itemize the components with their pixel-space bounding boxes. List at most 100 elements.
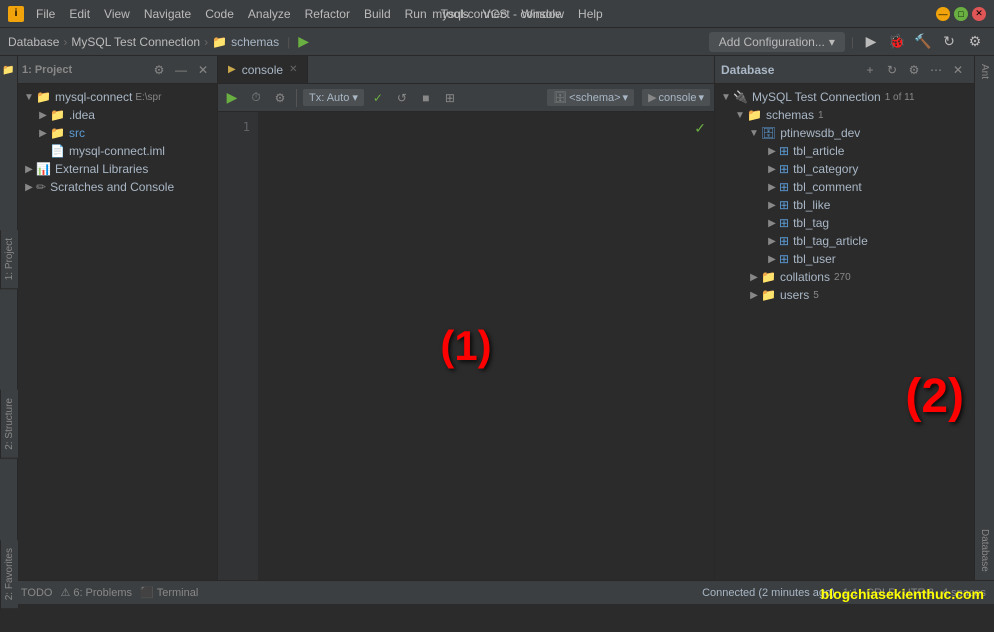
refresh-button[interactable]: ↻ [938, 31, 960, 53]
connection-status: Connected (2 minutes ago) [702, 587, 835, 599]
tree-idea[interactable]: ▶ 📁 .idea [18, 106, 217, 124]
project-vertical-label[interactable]: 1: Project [0, 230, 18, 289]
table-icon-tag: ⊞ [779, 216, 789, 230]
separator [296, 89, 297, 107]
project-close-button[interactable]: ✕ [193, 60, 213, 80]
db-panel-title: Database [721, 63, 858, 77]
close-button[interactable]: ✕ [972, 7, 986, 21]
menu-navigate[interactable]: Navigate [138, 5, 197, 23]
problems-button[interactable]: ⚠ 6: Problems [60, 586, 132, 599]
db-tbl-comment[interactable]: ▶ ⊞ tbl_comment [715, 178, 974, 196]
tree-root[interactable]: ▼ 📁 mysql-connect E:\spr [18, 88, 217, 106]
nav-more-button[interactable]: ⚙ [964, 31, 986, 53]
tree-src[interactable]: ▶ 📁 src [18, 124, 217, 142]
run-query-button[interactable]: ▶ [222, 88, 242, 108]
tree-scratches[interactable]: ▶ ✏ Scratches and Console [18, 178, 217, 196]
debug-config-button[interactable]: 🐞 [886, 31, 908, 53]
tab-console[interactable]: ▶ console ✕ [218, 56, 308, 83]
tab-close-button[interactable]: ✕ [289, 64, 297, 75]
table-icon-category: ⊞ [779, 162, 789, 176]
db-tbl-tag-article[interactable]: ▶ ⊞ tbl_tag_article [715, 232, 974, 250]
structure-vertical-label[interactable]: 2: Structure [0, 390, 18, 459]
main-area: 📁 1: Project ⚙ — ✕ ▼ 📁 mysql-connect E:\… [0, 56, 994, 580]
titlebar: i File Edit View Navigate Code Analyze R… [0, 0, 994, 28]
terminal-button[interactable]: ⬛ Terminal [140, 586, 198, 599]
db-refresh-button[interactable]: ↻ [882, 60, 902, 80]
project-settings-button[interactable]: ⚙ [149, 60, 169, 80]
status-info: Connected (2 minutes ago) 1:1 CRLF UTF-8… [702, 587, 986, 599]
db-tbl-article[interactable]: ▶ ⊞ tbl_article [715, 142, 974, 160]
schema-selector[interactable]: 🗄 <schema> ▾ [547, 89, 634, 106]
menu-help[interactable]: Help [572, 5, 609, 23]
db-tbl-category[interactable]: ▶ ⊞ tbl_category [715, 160, 974, 178]
db-more-button[interactable]: ⋯ [926, 60, 946, 80]
rollback-button[interactable]: ↺ [392, 88, 412, 108]
stop-button[interactable]: ■ [416, 88, 436, 108]
maximize-button[interactable]: □ [954, 7, 968, 21]
db-toolbar: Database + ↻ ⚙ ⋯ ✕ [715, 56, 974, 84]
menu-build[interactable]: Build [358, 5, 397, 23]
menu-code[interactable]: Code [199, 5, 240, 23]
db-tbl-category-name: tbl_category [793, 162, 858, 176]
menu-run[interactable]: Run [399, 5, 433, 23]
db-tbl-like[interactable]: ▶ ⊞ tbl_like [715, 196, 974, 214]
breadcrumb-database[interactable]: Database [8, 35, 59, 49]
tx-dropdown[interactable]: Tx: Auto ▾ [303, 89, 364, 106]
db-schemas-badge: 1 [818, 110, 824, 121]
minimize-button[interactable]: — [936, 7, 950, 21]
console-tab-icon: ▶ [228, 64, 236, 75]
db-settings-button[interactable]: ⚙ [904, 60, 924, 80]
console-selector[interactable]: ▶ console ▾ [642, 89, 710, 106]
menu-edit[interactable]: Edit [63, 5, 96, 23]
database-panel: Database + ↻ ⚙ ⋯ ✕ ▼ 🔌 MySQL Test Connec… [714, 56, 974, 580]
breadcrumb-connection[interactable]: MySQL Test Connection [71, 35, 200, 49]
db-collations[interactable]: ▶ 📁 collations 270 [715, 268, 974, 286]
breadcrumb-schemas[interactable]: schemas [231, 35, 279, 49]
menu-view[interactable]: View [98, 5, 136, 23]
favorites-vertical-label[interactable]: 2: Favorites [0, 540, 18, 609]
db-tbl-tag[interactable]: ▶ ⊞ tbl_tag [715, 214, 974, 232]
project-tree: ▼ 📁 mysql-connect E:\spr ▶ 📁 .idea ▶ 📁 s… [18, 84, 217, 580]
connection-icon: 🔌 [733, 90, 748, 104]
menu-file[interactable]: File [30, 5, 61, 23]
database-right-label[interactable]: Database [977, 521, 992, 580]
run-history-button[interactable]: ⏱ [246, 88, 266, 108]
db-tbl-user[interactable]: ▶ ⊞ tbl_user [715, 250, 974, 268]
menu-refactor[interactable]: Refactor [299, 5, 356, 23]
editor-content[interactable]: 1 ✓ (1) [218, 112, 714, 580]
tree-idea-name: .idea [69, 108, 95, 122]
db-tbl-tag-name: tbl_tag [793, 216, 829, 230]
indent: 4 spaces [942, 587, 986, 599]
menu-analyze[interactable]: Analyze [242, 5, 297, 23]
iml-file-icon: 📄 [50, 144, 65, 158]
db-users[interactable]: ▶ 📁 users 5 [715, 286, 974, 304]
db-add-button[interactable]: + [860, 60, 880, 80]
db-schemas[interactable]: ▼ 📁 schemas 1 [715, 106, 974, 124]
run-icon[interactable]: ▶ [298, 33, 309, 50]
project-collapse-button[interactable]: — [171, 60, 191, 80]
build-button[interactable]: 🔨 [912, 31, 934, 53]
annotation-1: (1) [440, 322, 491, 370]
checkmark-icon: ✓ [694, 120, 706, 137]
table-icon-comment: ⊞ [779, 180, 789, 194]
table-icon-user: ⊞ [779, 252, 789, 266]
src-folder-icon: 📁 [50, 126, 65, 140]
add-configuration-button[interactable]: Add Configuration... ▾ [709, 32, 845, 52]
format-button[interactable]: ⚙ [270, 88, 290, 108]
db-connection-count: 1 of 11 [885, 92, 915, 103]
navbar: Database › MySQL Test Connection › 📁 sch… [0, 28, 994, 56]
app-icon: i [8, 6, 24, 22]
tree-iml[interactable]: ▶ 📄 mysql-connect.iml [18, 142, 217, 160]
ant-label[interactable]: Ant [977, 56, 992, 87]
db-close-button[interactable]: ✕ [948, 60, 968, 80]
commit-button[interactable]: ✓ [368, 88, 388, 108]
db-schemas-name: schemas [766, 108, 814, 122]
window-controls: — □ ✕ [936, 7, 986, 21]
db-tree-connection[interactable]: ▼ 🔌 MySQL Test Connection 1 of 11 [715, 88, 974, 106]
grid-button[interactable]: ⊞ [440, 88, 460, 108]
schemas-icon: 📁 [747, 108, 762, 122]
db-ptinewsdb[interactable]: ▼ 🗄 ptinewsdb_dev [715, 124, 974, 142]
idea-folder-icon: 📁 [50, 108, 65, 122]
tree-external-libs[interactable]: ▶ 📊 External Libraries [18, 160, 217, 178]
run-config-button[interactable]: ▶ [860, 31, 882, 53]
